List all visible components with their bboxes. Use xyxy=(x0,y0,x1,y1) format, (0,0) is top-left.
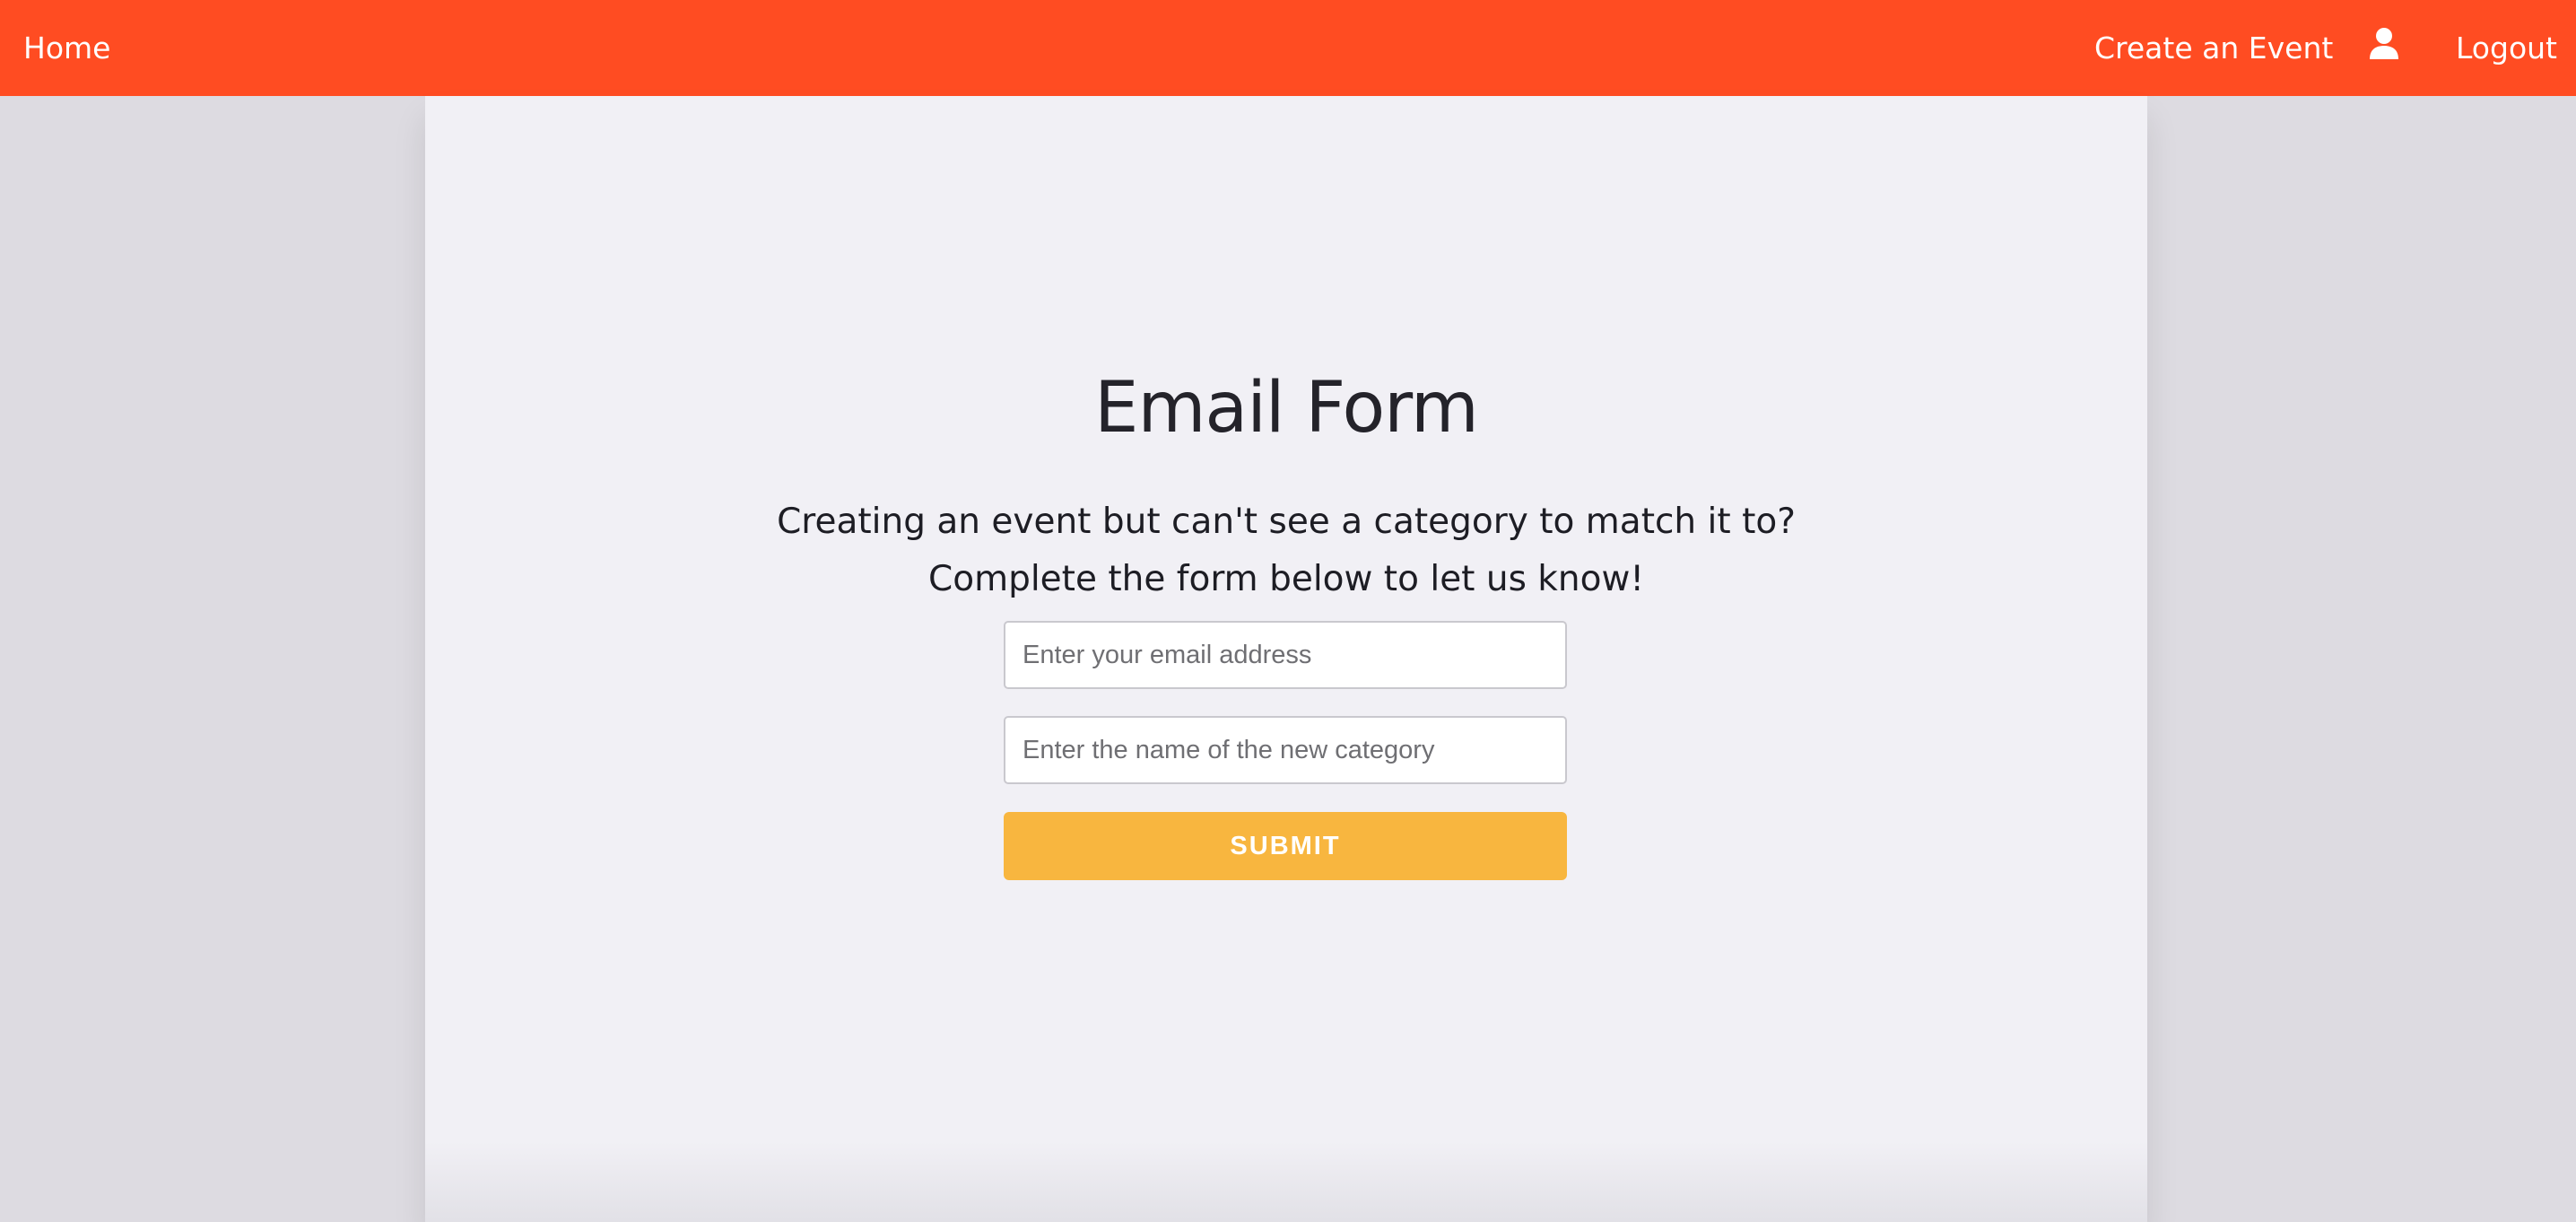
top-navbar: Home Create an Event Logout xyxy=(0,0,2576,96)
user-icon xyxy=(2370,28,2398,59)
email-form-panel: Email Form Creating an event but can't s… xyxy=(425,96,2147,1222)
user-profile-link[interactable] xyxy=(2365,0,2401,96)
panel-bottom-fade xyxy=(425,1141,2147,1222)
page-title: Email Form xyxy=(1094,368,1479,450)
home-link[interactable]: Home xyxy=(23,0,110,96)
email-input[interactable] xyxy=(1004,621,1567,689)
intro-text: Creating an event but can't see a catego… xyxy=(777,502,1796,599)
create-event-link[interactable]: Create an Event xyxy=(2094,0,2333,96)
logout-link[interactable]: Logout xyxy=(2456,0,2557,96)
submit-button[interactable]: SUBMIT xyxy=(1004,812,1567,880)
category-name-input[interactable] xyxy=(1004,716,1567,784)
